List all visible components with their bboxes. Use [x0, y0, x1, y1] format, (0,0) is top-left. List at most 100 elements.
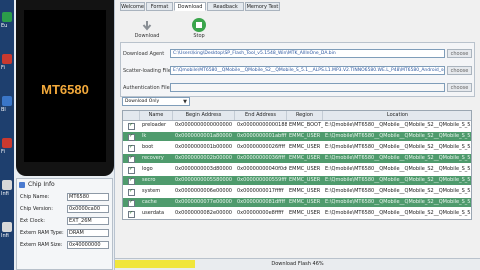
- tab-format[interactable]: Format: [146, 2, 173, 11]
- table-cell-location[interactable]: E:\Qmobile\MT6580__QMobile__QMobile_S2__…: [323, 121, 471, 130]
- partition-checkbox[interactable]: [128, 154, 135, 163]
- scatter-label: Scatter-loading File: [123, 68, 171, 74]
- table-cell-end: 0x00000000040f0d0b: [237, 166, 287, 172]
- table-row[interactable]: secro 0x0000000005580000 0x000000000559fff…: [123, 176, 471, 185]
- tab-download[interactable]: Download: [174, 2, 206, 11]
- table-row[interactable]: logo 0x0000000003d80000 0x00000000040f0d0b…: [123, 165, 471, 174]
- table-cell-region: EMMC_USER: [289, 199, 321, 205]
- table-cell-begin: 0x0000000005580000: [175, 177, 233, 183]
- download-agent-choose-button[interactable]: choose: [447, 49, 472, 58]
- desktop-shortcut-icon[interactable]: [2, 180, 12, 190]
- table-cell-name: lk: [142, 133, 147, 139]
- partition-table: Name Begin Address End Address Region Locati…: [122, 110, 472, 220]
- table-cell-location[interactable]: E:\Qmobile\MT6580__QMobile__QMobile_S2__…: [323, 154, 471, 163]
- tab-readback[interactable]: Readback: [207, 2, 244, 11]
- auth-choose-button[interactable]: choose: [447, 83, 472, 92]
- table-row[interactable]: userdata 0x0000000082e00000 0x00000000e8ff…: [123, 209, 471, 218]
- chip-info-value: 0x0000ca00: [67, 205, 109, 213]
- chip-info-value: DRAM: [67, 229, 109, 237]
- table-cell-location[interactable]: E:\Qmobile\MT6580__QMobile__QMobile_S2__…: [323, 187, 471, 196]
- table-cell-begin: 0x0000000001a80000: [175, 133, 232, 139]
- table-cell-end: 0x0000000001abfff: [237, 133, 287, 139]
- table-cell-region: EMMC_USER: [289, 210, 321, 216]
- table-row[interactable]: lk 0x0000000001a80000 0x0000000001abfffEMM…: [123, 132, 471, 141]
- table-cell-begin: 0x0000000000000000: [175, 122, 233, 128]
- table-cell-region: EMMC_USER: [289, 144, 321, 150]
- table-cell-name: cache: [142, 199, 157, 205]
- table-cell-end: 0x0000000081dffff: [237, 199, 286, 205]
- table-cell-name: secro: [142, 177, 156, 183]
- stop-button-label[interactable]: Stop: [185, 33, 213, 39]
- download-arrow-icon: [142, 21, 152, 31]
- partition-checkbox[interactable]: [128, 143, 135, 152]
- desktop-shortcut-label[interactable]: Eu: [1, 23, 7, 29]
- partition-checkbox[interactable]: [128, 198, 135, 207]
- table-header-cell: Begin Address: [173, 111, 235, 120]
- download-agent-field[interactable]: C:\Users\king\Desktop\SP_Flash_Tool_v5.1…: [170, 49, 445, 58]
- mode-dropdown[interactable]: Download Only ▼: [122, 97, 190, 106]
- desktop-shortcut-icon[interactable]: [2, 138, 12, 148]
- table-row[interactable]: system 0x0000000006e00000 0x0000000017ffff…: [123, 187, 471, 196]
- table-cell-region: EMMC_USER: [289, 155, 321, 161]
- desktop-shortcut-label[interactable]: Infi: [1, 233, 9, 239]
- table-cell-location[interactable]: E:\Qmobile\MT6580__QMobile__QMobile_S2__…: [323, 209, 471, 218]
- chip-info-value: MT6580: [67, 193, 109, 201]
- table-cell-name: preloader: [142, 122, 167, 128]
- table-cell-name: recovery: [142, 155, 164, 161]
- table-cell-region: EMMC_BOOT_1: [289, 122, 323, 128]
- chip-icon: [19, 182, 25, 188]
- table-header-cell: Location: [323, 111, 471, 120]
- partition-checkbox[interactable]: [128, 187, 135, 196]
- table-row[interactable]: cache 0x0000000077e00000 0x0000000081dffff…: [123, 198, 471, 207]
- desktop-shortcut-icon[interactable]: [2, 12, 12, 22]
- table-cell-location[interactable]: E:\Qmobile\MT6580__QMobile__QMobile_S2__…: [323, 143, 471, 152]
- download-button-label[interactable]: Download: [132, 33, 162, 39]
- table-cell-location[interactable]: E:\Qmobile\MT6580__QMobile__QMobile_S2__…: [323, 198, 471, 207]
- table-cell-begin: 0x0000000082e00000: [175, 210, 232, 216]
- chip-info-key: Extern RAM Type:: [20, 230, 64, 236]
- table-cell-end: 0x0000000017fffff: [237, 188, 284, 194]
- partition-checkbox[interactable]: [128, 209, 135, 218]
- progress-label: Download Flash 46%: [271, 261, 324, 267]
- desktop-shortcut-label[interactable]: Fi: [1, 149, 5, 155]
- table-header-cell: Name: [140, 111, 173, 120]
- table-cell-location[interactable]: E:\Qmobile\MT6580__QMobile__QMobile_S2__…: [323, 165, 471, 174]
- table-cell-begin: 0x0000000077e00000: [175, 199, 232, 205]
- auth-file-field[interactable]: [170, 83, 445, 92]
- table-cell-location[interactable]: E:\Qmobile\MT6580__QMobile__QMobile_S2__…: [323, 132, 471, 141]
- table-cell-region: EMMC_USER: [289, 177, 321, 183]
- chip-info-value: EXT_26M: [67, 217, 109, 225]
- partition-checkbox[interactable]: [128, 121, 135, 130]
- chip-info-key: Extern RAM Size:: [20, 242, 63, 248]
- table-cell-name: logo: [142, 166, 153, 172]
- table-cell-begin: 0x0000000001b00000: [175, 144, 233, 150]
- mode-value: Download Only: [125, 99, 160, 104]
- partition-checkbox[interactable]: [128, 176, 135, 185]
- table-cell-location[interactable]: E:\Qmobile\MT6580__QMobile__QMobile_S2__…: [323, 176, 471, 185]
- table-row[interactable]: preloader 0x0000000000000000 0x00000000000…: [123, 121, 471, 130]
- scatter-file-field[interactable]: E:\Qmobile\MT6580__QMobile__QMobile_S2__…: [170, 66, 445, 75]
- table-header-cell: [123, 111, 140, 120]
- table-cell-end: 0x00000000000188f7: [237, 122, 287, 128]
- scatter-choose-button[interactable]: choose: [447, 66, 472, 75]
- table-row[interactable]: recovery 0x0000000002b00000 0x00000000036f…: [123, 154, 471, 163]
- desktop-shortcut-label[interactable]: Infi: [1, 191, 9, 197]
- table-cell-name: userdata: [142, 210, 165, 216]
- partition-checkbox[interactable]: [128, 165, 135, 174]
- table-cell-end: 0x00000000036ffff: [237, 155, 286, 161]
- table-cell-begin: 0x0000000002b00000: [175, 155, 233, 161]
- table-header: Name Begin Address End Address Region Locati…: [123, 111, 471, 121]
- download-button[interactable]: [140, 18, 154, 32]
- stop-button[interactable]: [192, 18, 206, 32]
- tab-welcome[interactable]: Welcome: [120, 2, 145, 11]
- table-cell-region: EMMC_USER: [289, 133, 321, 139]
- desktop-shortcut-icon[interactable]: [2, 222, 12, 232]
- desktop-shortcut-icon[interactable]: [2, 96, 12, 106]
- tab-memory-test[interactable]: Memory Test: [245, 2, 280, 11]
- desktop-shortcut-label[interactable]: Bl: [1, 107, 6, 113]
- desktop-shortcut-icon[interactable]: [2, 54, 12, 64]
- table-row[interactable]: boot0x0000000001b000000x00000000026ffffE…: [123, 143, 471, 152]
- desktop-shortcut-label[interactable]: Fi: [1, 65, 5, 71]
- partition-checkbox[interactable]: [128, 132, 135, 141]
- table-header-cell: Region: [287, 111, 323, 120]
